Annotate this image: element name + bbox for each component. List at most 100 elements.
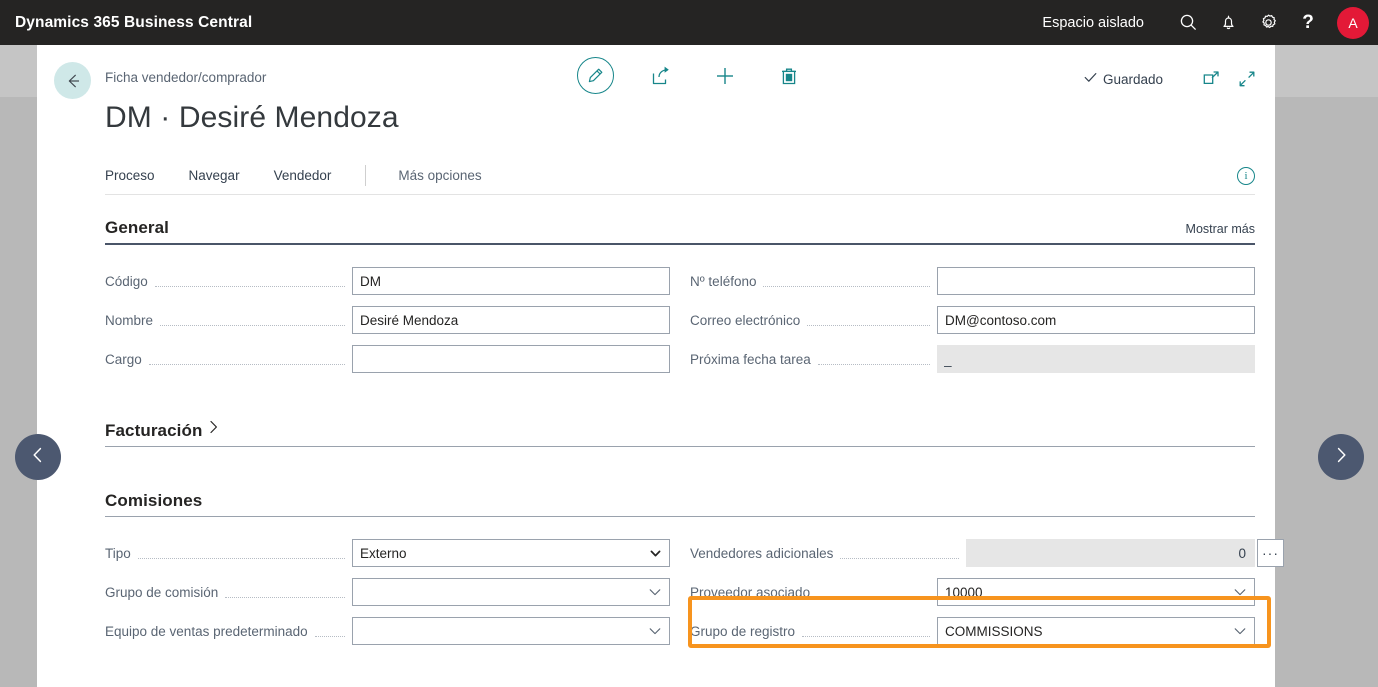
plus-icon[interactable] (708, 57, 742, 94)
avatar[interactable]: A (1337, 6, 1369, 39)
dot-leader (225, 587, 345, 598)
open-in-new-window-icon[interactable] (1193, 62, 1229, 96)
chevron-right-icon (207, 419, 221, 440)
control-cargo (352, 345, 670, 373)
previous-record-button[interactable] (15, 434, 61, 480)
show-more-link[interactable]: Mostrar más (1186, 222, 1255, 236)
select-tipo[interactable]: Externo (352, 539, 670, 567)
lookup-equipo-ventas-predeterminado[interactable] (352, 617, 670, 645)
control-telefono (937, 267, 1255, 295)
dot-leader (314, 626, 345, 637)
share-icon[interactable] (644, 57, 678, 94)
label-nombre: Nombre (105, 312, 154, 328)
input-telefono[interactable] (937, 267, 1255, 295)
next-record-button[interactable] (1318, 434, 1364, 480)
field-row-grupo-comision: Grupo de comisión (105, 573, 670, 611)
label-tipo: Tipo (105, 545, 131, 561)
control-grupo-comision (352, 578, 670, 606)
dot-leader (148, 354, 345, 365)
action-proceso[interactable]: Proceso (105, 168, 155, 183)
right-gutter (1275, 45, 1378, 687)
right-gutter-top (1275, 45, 1378, 97)
field-row-proveedor-asociado: Proveedor asociado 10000 (690, 573, 1255, 611)
label-telefono: Nº teléfono (690, 273, 757, 289)
input-proxima-fecha-tarea (937, 345, 1255, 373)
search-icon[interactable] (1168, 0, 1208, 45)
pencil-icon[interactable] (577, 57, 614, 94)
input-vendedores-adicionales (966, 539, 1255, 567)
input-cargo[interactable] (352, 345, 670, 373)
comisiones-right-column: Vendedores adicionales ··· Proveedor aso… (690, 534, 1284, 651)
chevron-right-icon (1330, 444, 1352, 471)
field-row-tipo: Tipo Externo (105, 534, 670, 572)
control-codigo (352, 267, 670, 295)
record-card: Ficha vendedor/comprador Guardado DM · D… (37, 45, 1284, 687)
control-correo-electronico (937, 306, 1255, 334)
back-button[interactable] (54, 62, 91, 99)
group-facturacion-title: Facturación (105, 421, 203, 440)
chevron-left-icon (27, 444, 49, 471)
group-facturacion-header[interactable]: Facturación (105, 413, 1255, 441)
general-right-column: Nº teléfono Correo electrónico DM@contos… (690, 262, 1255, 379)
group-comisiones-rule (105, 516, 1255, 517)
help-icon[interactable]: ? (1288, 0, 1328, 45)
group-general: General Mostrar más Código Nombre (105, 210, 1255, 379)
control-nombre (352, 306, 670, 334)
status-badge: Guardado (1083, 70, 1163, 88)
product-brand-title: Dynamics 365 Business Central (15, 13, 253, 31)
saved-label: Guardado (1102, 71, 1163, 87)
dot-leader (840, 548, 959, 559)
group-general-title: General (105, 218, 170, 237)
company-name-label: Espacio aislado (1042, 14, 1144, 31)
info-icon[interactable]: i (1237, 166, 1255, 185)
label-equipo-ventas-predeterminado: Equipo de ventas predeterminado (105, 623, 308, 639)
group-comisiones-fields: Tipo Externo Grupo de comisión Equipo de… (105, 534, 1284, 651)
dot-leader (160, 315, 345, 326)
action-vendedor[interactable]: Vendedor (274, 168, 332, 183)
action-more-options[interactable]: Más opciones (398, 168, 481, 183)
breadcrumb[interactable]: Ficha vendedor/comprador (105, 70, 266, 85)
control-proxima-fecha-tarea (937, 345, 1255, 373)
action-bar: Proceso Navegar Vendedor Más opciones i (105, 157, 1255, 195)
label-vendedores-adicionales: Vendedores adicionales (690, 545, 834, 561)
comisiones-left-column: Tipo Externo Grupo de comisión Equipo de… (105, 534, 670, 651)
lookup-grupo-registro[interactable]: COMMISSIONS (937, 617, 1255, 645)
app-root: Dynamics 365 Business Central Espacio ai… (0, 0, 1378, 687)
input-codigo[interactable] (352, 267, 670, 295)
chevron-down-icon (1233, 624, 1247, 638)
dot-leader (817, 354, 930, 365)
dot-leader (802, 626, 930, 637)
lookup-grupo-comision[interactable] (352, 578, 670, 606)
assist-edit-button[interactable]: ··· (1257, 539, 1284, 567)
control-grupo-registro: COMMISSIONS (937, 617, 1255, 645)
input-correo-electronico[interactable] (937, 306, 1255, 334)
action-navegar[interactable]: Navegar (189, 168, 240, 183)
collapse-arrows-icon[interactable] (1229, 62, 1265, 96)
field-row-nombre: Nombre (105, 301, 670, 339)
chevron-down-icon (1233, 585, 1247, 599)
lookup-proveedor-asociado[interactable]: 10000 (937, 578, 1255, 606)
dot-leader (817, 587, 930, 598)
group-facturacion[interactable]: Facturación (105, 413, 1255, 447)
top-navigation-bar: Dynamics 365 Business Central Espacio ai… (0, 0, 1378, 45)
control-equipo-ventas (352, 617, 670, 645)
control-vendedores-adicionales: ··· (966, 539, 1284, 567)
label-grupo-comision: Grupo de comisión (105, 584, 219, 600)
label-cargo: Cargo (105, 351, 142, 367)
group-comisiones-title: Comisiones (105, 491, 203, 510)
chevron-down-icon (648, 585, 662, 599)
trash-icon[interactable] (772, 57, 806, 94)
input-nombre[interactable] (352, 306, 670, 334)
label-grupo-registro: Grupo de registro (690, 623, 796, 639)
group-facturacion-rule (105, 446, 1255, 447)
page-title: DM · Desiré Mendoza (105, 101, 399, 134)
label-proveedor-asociado: Proveedor asociado (690, 584, 811, 600)
label-correo-electronico: Correo electrónico (690, 312, 801, 328)
field-row-codigo: Código (105, 262, 670, 300)
field-row-proxima-fecha-tarea: Próxima fecha tarea (690, 340, 1255, 378)
bell-icon[interactable] (1208, 0, 1248, 45)
group-general-rule (105, 243, 1255, 245)
dot-leader (763, 276, 930, 287)
group-general-header: General Mostrar más (105, 210, 1255, 238)
gear-icon[interactable] (1248, 0, 1288, 45)
